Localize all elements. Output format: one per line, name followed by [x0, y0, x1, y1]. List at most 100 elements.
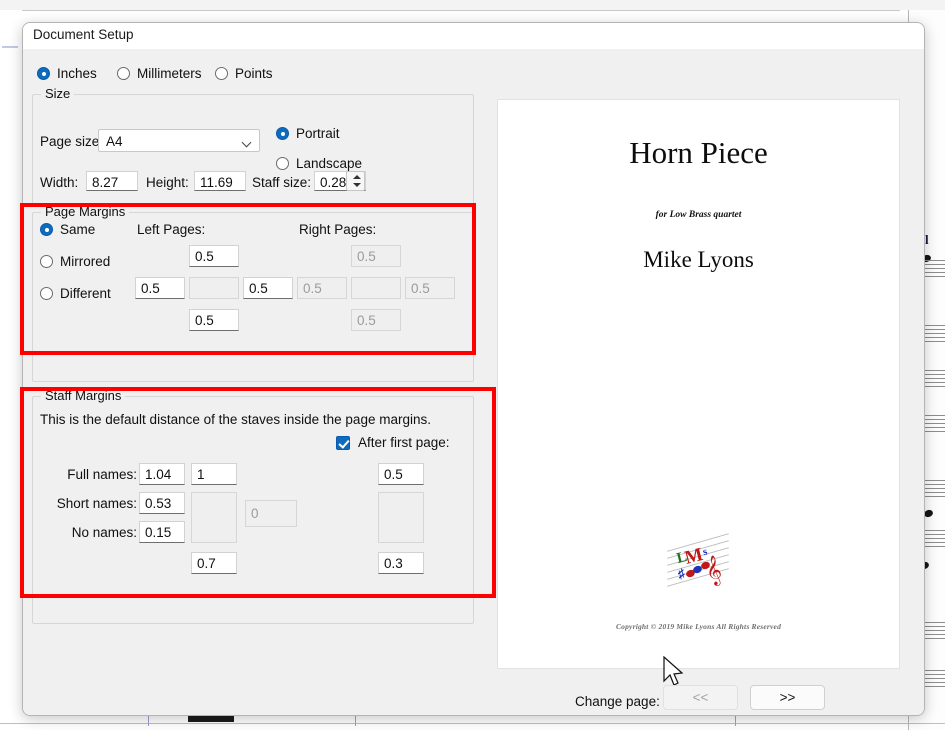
- document-setup-dialog: Document Setup Inches Millimeters Points: [22, 22, 925, 716]
- radio-label: Different: [60, 286, 111, 301]
- units-radio-group: Inches Millimeters Points: [37, 66, 367, 86]
- staff-size-label: Staff size:: [252, 175, 312, 190]
- first-page-middle-input[interactable]: [191, 492, 237, 543]
- page-preview: Horn Piece for Low Brass quartet Mike Ly…: [498, 100, 899, 668]
- value: 0.3: [384, 556, 403, 571]
- first-page-bottom-input[interactable]: 0.7: [191, 552, 237, 574]
- width-input[interactable]: 8.27: [86, 171, 138, 191]
- radio-label: Millimeters: [137, 66, 202, 81]
- first-page-top-input[interactable]: 1: [191, 463, 237, 485]
- radio-units-millimeters[interactable]: Millimeters: [117, 66, 202, 81]
- after-page-bottom-input[interactable]: 0.3: [378, 552, 424, 574]
- left-margin-inner-input[interactable]: 0.5: [243, 277, 293, 299]
- cancel-button[interactable]: Cancel: [847, 715, 925, 716]
- value: 0.5: [195, 249, 214, 264]
- next-page-button[interactable]: >>: [750, 685, 825, 710]
- ok-button[interactable]: OK: [764, 715, 842, 716]
- staff-size-stepper[interactable]: [346, 171, 365, 191]
- short-names-input[interactable]: 0.53: [139, 492, 185, 514]
- change-page-label: Change page:: [575, 694, 660, 709]
- value: 0.5: [411, 281, 430, 296]
- after-page-top-input[interactable]: 0.5: [378, 463, 424, 485]
- height-input[interactable]: 11.69: [194, 171, 246, 191]
- right-margin-middle-input[interactable]: [351, 277, 401, 299]
- staff-margins-description: This is the default distance of the stav…: [40, 412, 431, 427]
- radio-label: Inches: [57, 66, 97, 81]
- radio-indicator: [37, 67, 50, 80]
- logo-note-head: [692, 564, 703, 575]
- treble-clef-icon: 𝄞: [702, 554, 725, 587]
- radio-indicator: [40, 255, 53, 268]
- radio-indicator: [215, 67, 228, 80]
- value: 0.5: [303, 281, 322, 296]
- page-size-select[interactable]: A4: [98, 129, 260, 152]
- check-icon: [336, 435, 350, 450]
- group-page-margins-legend: Page Margins: [41, 204, 130, 219]
- right-margin-inner-input[interactable]: 0.5: [405, 277, 455, 299]
- value: 1.04: [145, 467, 172, 482]
- page-size-value: A4: [106, 134, 123, 149]
- value: 0.5: [195, 313, 214, 328]
- value: 0.15: [145, 525, 172, 540]
- right-margin-bottom-input[interactable]: 0.5: [351, 309, 401, 331]
- short-names-label: Short names:: [56, 496, 137, 511]
- background-left-column: [0, 10, 22, 710]
- no-names-input[interactable]: 0.15: [139, 521, 185, 543]
- background-left-marker: [2, 46, 18, 48]
- previous-page-button[interactable]: <<: [663, 685, 738, 710]
- height-value: 11.69: [200, 175, 233, 190]
- radio-label: Portrait: [296, 126, 340, 141]
- logo-letter-s: s: [701, 545, 709, 559]
- radio-margins-mirrored[interactable]: Mirrored: [40, 254, 110, 269]
- group-staff-margins-legend: Staff Margins: [41, 388, 126, 403]
- radio-margins-different[interactable]: Different: [40, 286, 111, 301]
- left-margin-top-input[interactable]: 0.5: [189, 245, 239, 267]
- value: 0.5: [357, 313, 376, 328]
- logo-note-head: [685, 568, 696, 579]
- preview-copyright: Copyright © 2019 Mike Lyons All Rights R…: [615, 622, 782, 631]
- after-first-page-checkbox[interactable]: After first page:: [336, 435, 450, 450]
- full-names-input[interactable]: 1.04: [139, 463, 185, 485]
- right-margin-outer-input[interactable]: 0.5: [297, 277, 347, 299]
- group-staff-margins: Staff Margins This is the default distan…: [32, 388, 474, 624]
- width-label: Width:: [40, 175, 79, 190]
- radio-indicator: [276, 127, 289, 140]
- left-margin-middle-input[interactable]: [189, 277, 239, 299]
- after-page-middle-input[interactable]: [378, 492, 424, 543]
- dialog-title: Document Setup: [33, 27, 134, 42]
- background-bottom-rule: [0, 723, 945, 724]
- left-pages-label: Left Pages:: [137, 222, 206, 237]
- radio-orientation-portrait[interactable]: Portrait: [276, 126, 340, 141]
- radio-label: Mirrored: [60, 254, 111, 269]
- value: 0.7: [197, 556, 216, 571]
- radio-margins-same[interactable]: Same: [40, 222, 95, 237]
- radio-label: Landscape: [296, 156, 363, 171]
- value: 0.5: [249, 281, 268, 296]
- preview-author: Mike Lyons: [643, 247, 754, 272]
- value: 1: [197, 467, 205, 482]
- group-size-legend: Size: [41, 86, 75, 101]
- radio-indicator: [117, 67, 130, 80]
- background-top-strip: [0, 0, 945, 11]
- radio-indicator: [40, 287, 53, 300]
- right-margin-top-input[interactable]: 0.5: [351, 245, 401, 267]
- stepper-down-icon[interactable]: [347, 181, 364, 190]
- stepper-up-icon[interactable]: [347, 172, 364, 181]
- value: 0: [251, 506, 259, 521]
- logo-note-head: [700, 560, 711, 571]
- dialog-title-bar: Document Setup: [23, 23, 924, 50]
- left-margin-bottom-input[interactable]: 0.5: [189, 309, 239, 331]
- logo-letter-m: M: [682, 544, 706, 569]
- value: 0.5: [384, 467, 403, 482]
- first-page-right-input[interactable]: 0: [245, 500, 297, 527]
- composer-logo-icon: L M s ♯ 𝄞: [667, 533, 730, 592]
- width-value: 8.27: [92, 175, 119, 190]
- left-margin-outer-input[interactable]: 0.5: [135, 277, 185, 299]
- group-size: Size Page size: A4 Portrait Landscape Wi…: [32, 86, 474, 206]
- preview-subtitle: for Low Brass quartet: [655, 210, 742, 220]
- radio-units-points[interactable]: Points: [215, 66, 273, 81]
- checkbox-label: After first page:: [358, 435, 450, 450]
- radio-label: Points: [235, 66, 273, 81]
- radio-units-inches[interactable]: Inches: [37, 66, 97, 81]
- radio-orientation-landscape[interactable]: Landscape: [276, 156, 362, 171]
